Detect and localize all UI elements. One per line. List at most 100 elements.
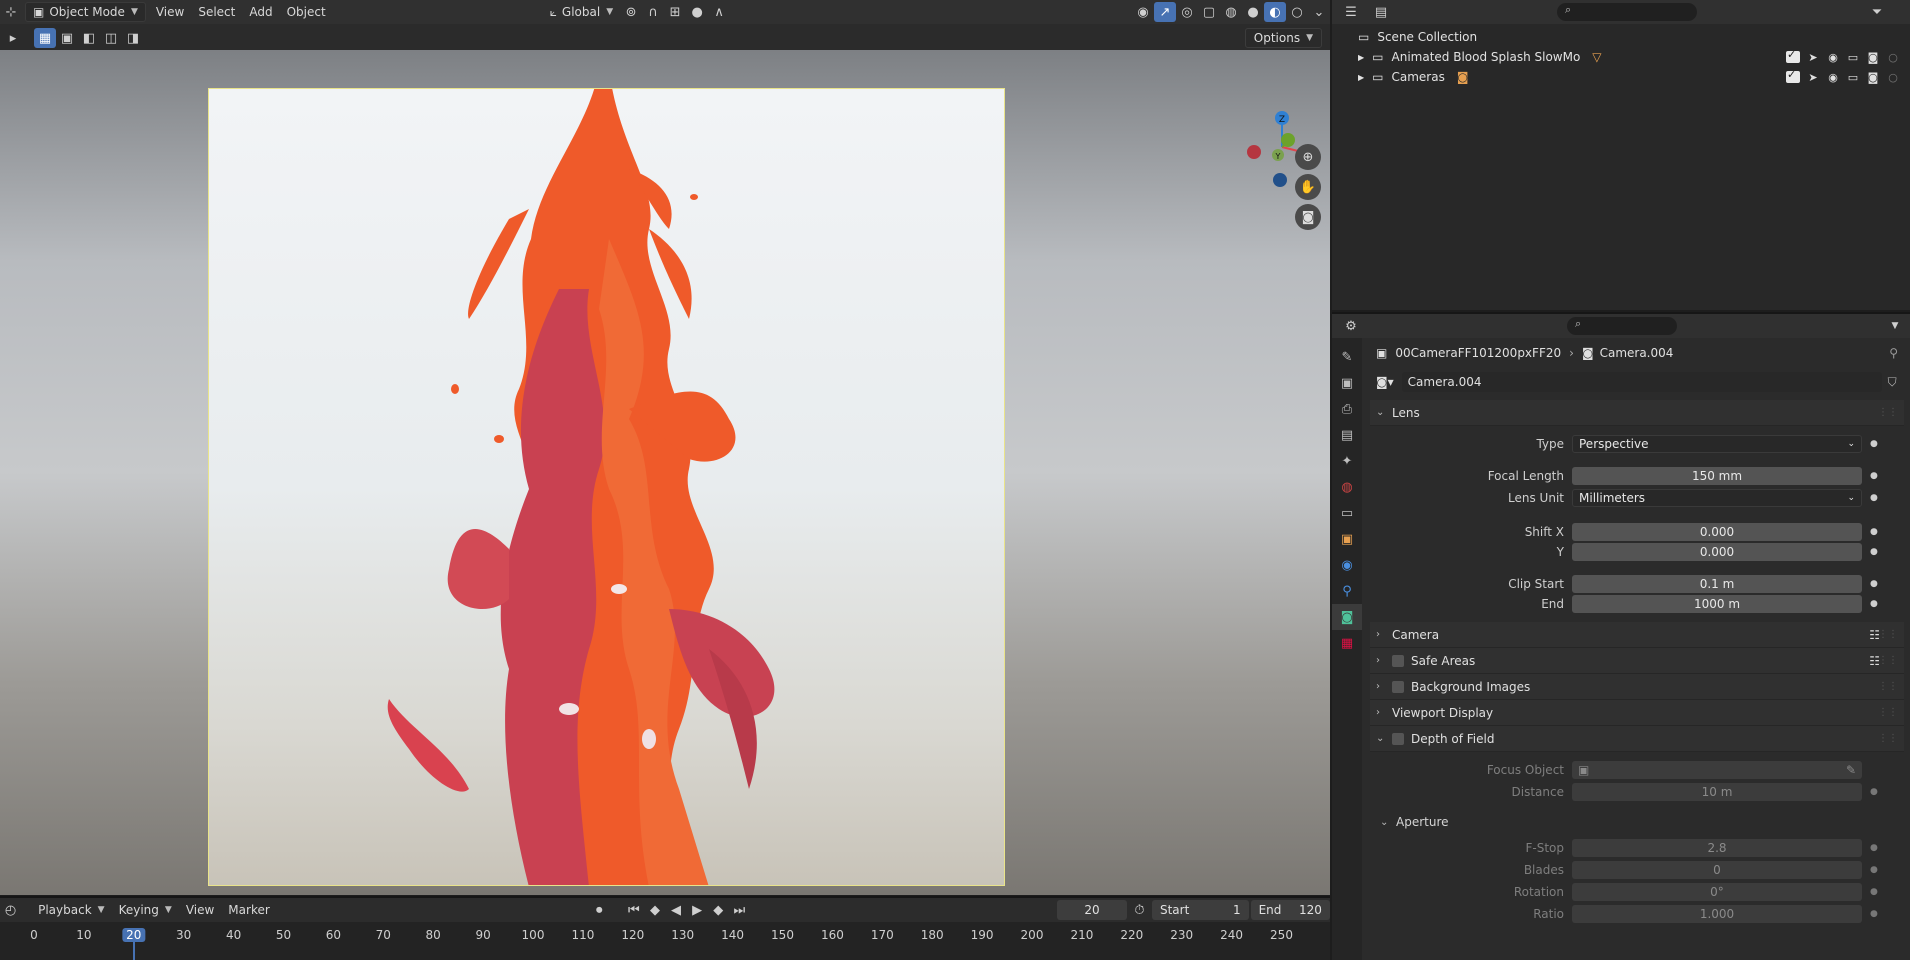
- material-shading-icon[interactable]: ◐: [1264, 2, 1286, 22]
- tab-view-layer[interactable]: ▤: [1332, 422, 1362, 448]
- visibility-icon[interactable]: ◉: [1132, 2, 1154, 22]
- fake-user-shield-icon[interactable]: ⛉: [1888, 375, 1897, 390]
- select-invert-icon[interactable]: ◫: [100, 28, 122, 48]
- timeline-editor-icon[interactable]: ◴: [0, 900, 21, 920]
- keyframe-dot-icon[interactable]: ●: [1870, 471, 1878, 481]
- ratio-field[interactable]: 1.000: [1572, 905, 1862, 923]
- select-subtract-icon[interactable]: ◧: [78, 28, 100, 48]
- depth-of-field-panel-header[interactable]: ⌄ Depth of Field ⋮⋮: [1370, 726, 1904, 752]
- tab-output[interactable]: ⎙: [1332, 396, 1362, 422]
- play-reverse-icon[interactable]: ◀: [666, 900, 687, 920]
- depth-of-field-checkbox[interactable]: [1392, 732, 1404, 745]
- keyframe-dot-icon[interactable]: ●: [1870, 579, 1878, 589]
- selectable-icon[interactable]: ➤: [1806, 51, 1820, 64]
- distance-field[interactable]: 10 m: [1572, 783, 1862, 801]
- background-images-panel-header[interactable]: › Background Images ⋮⋮: [1370, 674, 1904, 700]
- camera-view-icon[interactable]: ◙: [1295, 204, 1321, 230]
- rotation-field[interactable]: 0°: [1572, 883, 1862, 901]
- background-images-checkbox[interactable]: [1392, 680, 1404, 693]
- keyframe-dot-icon[interactable]: ●: [1870, 439, 1878, 449]
- exclude-checkbox[interactable]: [1786, 48, 1800, 63]
- timeline-editor[interactable]: ◴ Playback ▼ Keying ▼ View Marker ⏺ ⏮ ◆ …: [0, 896, 1330, 960]
- keyframe-dot-icon[interactable]: ●: [1870, 909, 1878, 919]
- properties-editor-icon[interactable]: ⚙: [1340, 316, 1362, 336]
- monitor-icon[interactable]: ▭: [1846, 51, 1860, 64]
- keying-menu[interactable]: Keying ▼: [112, 900, 179, 920]
- menu-add[interactable]: Add: [242, 2, 279, 22]
- tab-texture[interactable]: ▦: [1332, 630, 1362, 656]
- transform-orientation-dropdown[interactable]: ⟀ Global ▼: [543, 2, 620, 22]
- next-keyframe-icon[interactable]: ◆: [708, 900, 729, 920]
- safe-areas-checkbox[interactable]: [1392, 654, 1404, 667]
- proportional-edit-icon[interactable]: ●: [686, 2, 708, 22]
- tab-scene[interactable]: ✦: [1332, 448, 1362, 474]
- keyframe-dot-icon[interactable]: ●: [1870, 887, 1878, 897]
- playback-menu[interactable]: Playback ▼: [31, 900, 111, 920]
- keyframe-dot-icon[interactable]: ●: [1870, 787, 1878, 797]
- chevron-down-icon[interactable]: ▼: [1884, 316, 1906, 336]
- scene-collection-row[interactable]: ▭ Scene Collection: [1332, 27, 1910, 47]
- drag-handle-icon[interactable]: ⋮⋮: [1878, 707, 1898, 718]
- exclude-checkbox[interactable]: [1786, 68, 1800, 83]
- eyedropper-icon[interactable]: ✎: [1846, 763, 1856, 777]
- pivot-icon[interactable]: ⊚: [620, 2, 642, 22]
- expand-arrow-icon[interactable]: ▶: [1358, 53, 1364, 62]
- display-mode-icon[interactable]: ▤: [1370, 2, 1392, 22]
- stopwatch-icon[interactable]: ⏱: [1129, 900, 1150, 920]
- timeline-ruler[interactable]: 0 10 20 30 40 50 60 70 80 90 100 110 120 130 140 150 160…: [0, 922, 1330, 960]
- outliner-item[interactable]: ▶ ▭ Animated Blood Splash SlowMo ▽ ➤ ◉ ▭…: [1332, 47, 1910, 67]
- overlay-icon[interactable]: ◎: [1176, 2, 1198, 22]
- fstop-field[interactable]: 2.8: [1572, 839, 1862, 857]
- zoom-icon[interactable]: ⊕: [1295, 144, 1321, 170]
- select-new-icon[interactable]: ▦: [34, 28, 56, 48]
- jump-start-icon[interactable]: ⏮: [623, 900, 644, 920]
- drag-handle-icon[interactable]: ⋮⋮: [1878, 407, 1898, 418]
- solid-shading-icon[interactable]: ●: [1242, 2, 1264, 22]
- outliner-item[interactable]: ▶ ▭ Cameras ◙ ➤ ◉ ▭ ◙ ○: [1332, 67, 1910, 87]
- filter-icon[interactable]: ⏷: [1866, 2, 1888, 22]
- tab-tool[interactable]: ✎: [1332, 344, 1362, 370]
- drag-handle-icon[interactable]: ⋮⋮: [1878, 629, 1898, 640]
- wireframe-shading-icon[interactable]: ◍: [1220, 2, 1242, 22]
- falloff-icon[interactable]: ∧: [708, 2, 730, 22]
- focus-object-field[interactable]: ▣ ✎: [1572, 761, 1862, 779]
- render-camera-icon[interactable]: ◙: [1866, 71, 1880, 84]
- current-frame-field[interactable]: 20: [1057, 900, 1127, 920]
- select-extend-icon[interactable]: ▣: [56, 28, 78, 48]
- tab-camera-data[interactable]: ◙: [1332, 604, 1362, 630]
- viewport-display-panel-header[interactable]: › Viewport Display ⋮⋮: [1370, 700, 1904, 726]
- camera-panel-header[interactable]: › Camera ☷ ⋮⋮: [1370, 622, 1904, 648]
- holdout-icon[interactable]: ○: [1886, 51, 1900, 64]
- keyframe-dot-icon[interactable]: ●: [1870, 843, 1878, 853]
- lens-unit-dropdown[interactable]: Millimeters ⌄: [1572, 489, 1862, 507]
- safe-areas-panel-header[interactable]: › Safe Areas ☷ ⋮⋮: [1370, 648, 1904, 674]
- select-tool-icon[interactable]: ▸: [2, 28, 24, 48]
- keyframe-dot-icon[interactable]: ●: [1870, 547, 1878, 557]
- tab-collection[interactable]: ▭: [1332, 500, 1362, 526]
- shading-options-icon[interactable]: ⌄: [1308, 2, 1330, 22]
- focal-length-field[interactable]: 150 mm: [1572, 467, 1862, 485]
- shift-x-field[interactable]: 0.000: [1572, 523, 1862, 541]
- blades-field[interactable]: 0: [1572, 861, 1862, 879]
- tab-object[interactable]: ▣: [1332, 526, 1362, 552]
- outliner-search-input[interactable]: ⌕: [1557, 3, 1697, 21]
- prev-keyframe-icon[interactable]: ◆: [644, 900, 665, 920]
- type-dropdown[interactable]: Perspective ⌄: [1572, 435, 1862, 453]
- lens-panel-header[interactable]: ⌄ Lens ⋮⋮: [1370, 400, 1904, 426]
- render-camera-icon[interactable]: ◙: [1866, 51, 1880, 64]
- snap-target-icon[interactable]: ⊞: [664, 2, 686, 22]
- end-frame-field[interactable]: End 120: [1250, 900, 1330, 920]
- menu-select[interactable]: Select: [191, 2, 242, 22]
- tab-physics[interactable]: ◉: [1332, 552, 1362, 578]
- drag-handle-icon[interactable]: ⋮⋮: [1878, 681, 1898, 692]
- keyframe-dot-icon[interactable]: ●: [1870, 493, 1878, 503]
- eye-icon[interactable]: ◉: [1826, 71, 1840, 84]
- start-frame-field[interactable]: Start 1: [1151, 900, 1249, 920]
- viewport-canvas[interactable]: Z X Y ⊕ ✋ ◙: [0, 50, 1330, 895]
- menu-object[interactable]: Object: [280, 2, 333, 22]
- clip-end-field[interactable]: 1000 m: [1572, 595, 1862, 613]
- select-intersect-icon[interactable]: ◨: [122, 28, 144, 48]
- playhead-line[interactable]: [132, 942, 135, 960]
- drag-handle-icon[interactable]: ⋮⋮: [1878, 655, 1898, 666]
- clip-start-field[interactable]: 0.1 m: [1572, 575, 1862, 593]
